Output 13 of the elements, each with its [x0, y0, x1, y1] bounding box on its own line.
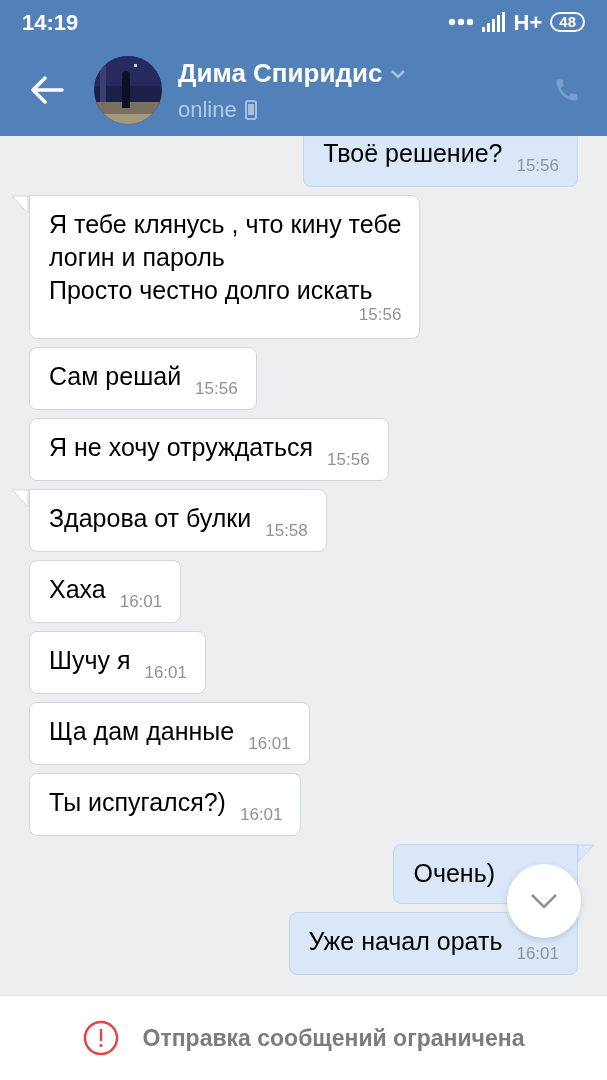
message-bubble: Сам решай $_{15:56}$ [29, 347, 257, 410]
notice-text: Отправка сообщений ограничена [142, 1023, 525, 1053]
contact-name: Дима Спиридис [178, 57, 383, 90]
network-type: H+ [513, 8, 543, 37]
presence-status: online [178, 96, 237, 124]
message-bubble: Ты испугался?) $_{16:01}$ [29, 773, 302, 836]
battery-level: 48 [550, 12, 585, 32]
message-bubble: Я не хочу отруждаться $_{15:56}$ [29, 418, 389, 481]
message-bubble: Ща дам данные $_{16:01}$ [29, 702, 310, 765]
clock-time: 14:19 [22, 8, 79, 37]
message-bubble: Шучу я $_{16:01}$ [29, 631, 206, 694]
message-bubble: Хаха $_{16:01}$ [29, 560, 182, 623]
message-bubble: Твоё решение? $_{15:56}$ [303, 136, 578, 187]
